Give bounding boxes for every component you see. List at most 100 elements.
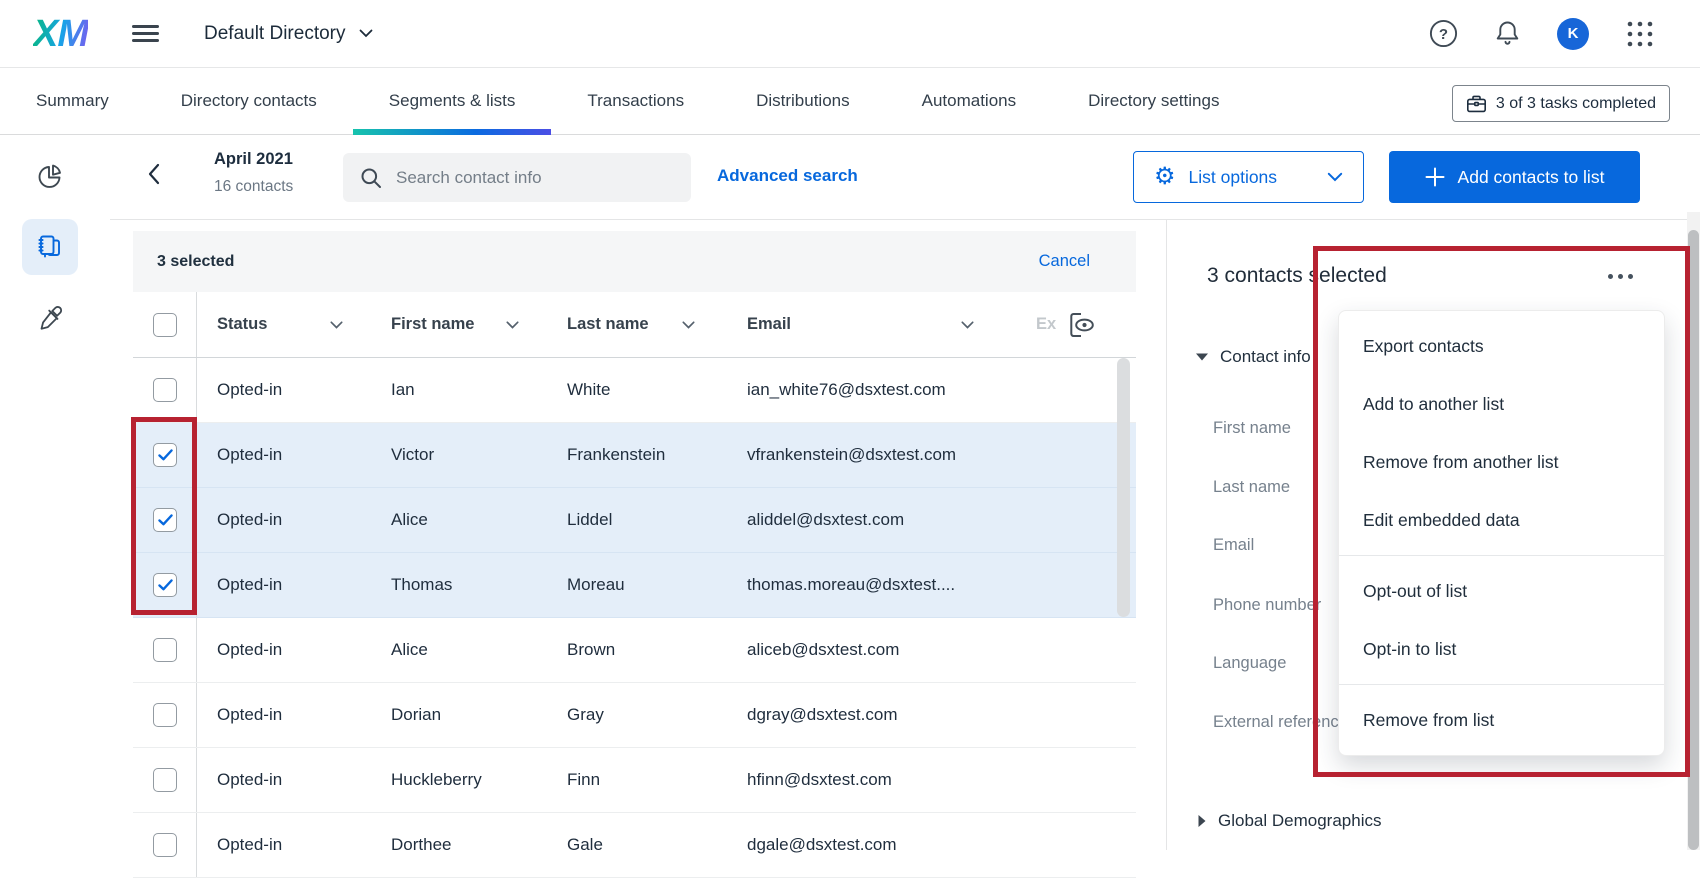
- sort-chevron-icon[interactable]: [330, 321, 343, 329]
- field-label-first-name: First name: [1213, 419, 1291, 438]
- selected-count: 3 selected: [157, 253, 234, 271]
- tab-distributions[interactable]: Distributions: [720, 68, 886, 134]
- field-label-phone-number: Phone number: [1213, 596, 1321, 615]
- row-checkbox-checked[interactable]: [153, 508, 177, 532]
- search-input[interactable]: [396, 168, 677, 188]
- directory-tabs: Summary Directory contacts Segments & li…: [0, 68, 1700, 135]
- menu-item-add-to-another-list[interactable]: Add to another list: [1339, 375, 1664, 433]
- column-header-truncated: Ex: [998, 292, 1056, 357]
- sort-chevron-icon[interactable]: [961, 321, 974, 329]
- menu-divider: [1339, 684, 1664, 685]
- table-row[interactable]: Opted-in Dorian Gray dgray@dsxtest.com: [133, 683, 1136, 748]
- column-header-first-name[interactable]: First name: [371, 292, 547, 357]
- menu-divider: [1339, 555, 1664, 556]
- column-visibility-button[interactable]: [1066, 292, 1098, 357]
- page-scrollbar-thumb[interactable]: [1688, 230, 1699, 850]
- menu-item-remove-from-list[interactable]: Remove from list: [1339, 691, 1664, 749]
- table-row[interactable]: Opted-in Alice Brown aliceb@dsxtest.com: [133, 618, 1136, 683]
- select-all-checkbox[interactable]: [153, 313, 177, 337]
- contact-info-section-toggle[interactable]: Contact info: [1196, 347, 1311, 367]
- menu-item-opt-out-of-list[interactable]: Opt-out of list: [1339, 562, 1664, 620]
- table-row-selected[interactable]: Opted-in Alice Liddel aliddel@dsxtest.co…: [133, 488, 1136, 553]
- row-checkbox[interactable]: [153, 768, 177, 792]
- more-actions-button[interactable]: [1602, 268, 1639, 285]
- back-chevron-icon[interactable]: [148, 163, 160, 185]
- menu-item-remove-from-another-list[interactable]: Remove from another list: [1339, 433, 1664, 491]
- menu-item-opt-in-to-list[interactable]: Opt-in to list: [1339, 620, 1664, 678]
- list-toolbar: April 2021 16 contacts Advanced search ⚙…: [110, 135, 1700, 220]
- field-label-last-name: Last name: [1213, 478, 1290, 497]
- panel-divider: [1166, 220, 1167, 850]
- table-row[interactable]: Opted-in Ian White ian_white76@dsxtest.c…: [133, 358, 1136, 423]
- table-row[interactable]: Opted-in Dorthee Gale dgale@dsxtest.com: [133, 813, 1136, 878]
- bulk-actions-context-menu: Export contacts Add to another list Remo…: [1338, 310, 1665, 756]
- gear-icon: ⚙: [1154, 165, 1176, 189]
- table-scrollbar-thumb[interactable]: [1117, 358, 1130, 617]
- tab-transactions[interactable]: Transactions: [551, 68, 720, 134]
- field-label-email: Email: [1213, 536, 1254, 555]
- help-icon[interactable]: ?: [1429, 19, 1458, 48]
- row-checkbox[interactable]: [153, 638, 177, 662]
- row-checkbox[interactable]: [153, 703, 177, 727]
- table-row-selected[interactable]: Opted-in Victor Frankenstein vfrankenste…: [133, 423, 1136, 488]
- column-header-last-name[interactable]: Last name: [547, 292, 723, 357]
- tab-summary[interactable]: Summary: [0, 68, 145, 134]
- checkmark-icon: [158, 514, 173, 526]
- tasks-completed-label: 3 of 3 tasks completed: [1496, 95, 1656, 113]
- app-grid-icon[interactable]: [1625, 19, 1655, 49]
- checkmark-icon: [158, 579, 173, 591]
- search-icon: [360, 167, 382, 189]
- contact-list-notebook-icon: [35, 232, 65, 262]
- panel-title: 3 contacts selected: [1207, 264, 1387, 288]
- menu-item-export-contacts[interactable]: Export contacts: [1339, 317, 1664, 375]
- row-checkbox-checked[interactable]: [153, 573, 177, 597]
- contact-count: 16 contacts: [214, 178, 293, 196]
- tab-segments-lists[interactable]: Segments & lists: [353, 68, 552, 134]
- row-checkbox-checked[interactable]: [153, 443, 177, 467]
- plus-icon: [1425, 167, 1445, 187]
- column-preview-eye-icon: [1066, 309, 1098, 341]
- table-row-selected[interactable]: Opted-in Thomas Moreau thomas.moreau@dsx…: [133, 553, 1136, 618]
- svg-text:?: ?: [1439, 26, 1448, 43]
- directory-lists-nav-active[interactable]: [22, 219, 78, 275]
- chevron-down-icon: [359, 29, 373, 38]
- list-name: April 2021: [214, 150, 293, 169]
- field-label-language: Language: [1213, 654, 1286, 673]
- directory-switcher[interactable]: Default Directory: [204, 23, 373, 45]
- triangle-right-icon: [1198, 815, 1206, 827]
- row-checkbox[interactable]: [153, 378, 177, 402]
- table-header: Status First name Last name Email Ex: [133, 292, 1136, 358]
- segments-pie-chart-icon[interactable]: [36, 163, 64, 191]
- left-rail: [0, 135, 110, 850]
- eyedropper-icon[interactable]: [37, 305, 64, 332]
- global-demographics-section-toggle[interactable]: Global Demographics: [1198, 811, 1381, 831]
- briefcase-icon: [1466, 94, 1487, 114]
- directory-name: Default Directory: [204, 23, 346, 45]
- user-avatar[interactable]: K: [1557, 18, 1589, 50]
- checkmark-icon: [158, 449, 173, 461]
- sort-chevron-icon[interactable]: [682, 321, 695, 329]
- list-options-button[interactable]: ⚙ List options: [1133, 151, 1364, 203]
- tab-directory-settings[interactable]: Directory settings: [1052, 68, 1255, 134]
- add-contacts-to-list-button[interactable]: Add contacts to list: [1389, 151, 1640, 203]
- tab-automations[interactable]: Automations: [886, 68, 1053, 134]
- field-label-external-reference: External reference: [1213, 713, 1348, 732]
- menu-item-edit-embedded-data[interactable]: Edit embedded data: [1339, 491, 1664, 549]
- hamburger-menu-icon[interactable]: [132, 25, 159, 42]
- row-checkbox[interactable]: [153, 833, 177, 857]
- table-row[interactable]: Opted-in Huckleberry Finn hfinn@dsxtest.…: [133, 748, 1136, 813]
- top-bar: XM Default Directory ? K: [0, 0, 1700, 68]
- notifications-bell-icon[interactable]: [1494, 19, 1521, 48]
- cancel-selection-link[interactable]: Cancel: [1039, 252, 1090, 271]
- xm-logo: XM: [33, 15, 88, 53]
- advanced-search-link[interactable]: Advanced search: [717, 166, 858, 186]
- column-header-status[interactable]: Status: [197, 292, 371, 357]
- triangle-down-icon: [1196, 353, 1208, 361]
- page-scrollbar-track[interactable]: [1687, 212, 1700, 850]
- sort-chevron-icon[interactable]: [506, 321, 519, 329]
- tab-directory-contacts[interactable]: Directory contacts: [145, 68, 353, 134]
- chevron-down-icon: [1327, 172, 1343, 182]
- tasks-completed-badge[interactable]: 3 of 3 tasks completed: [1452, 85, 1670, 122]
- search-box: [343, 153, 691, 202]
- column-header-email[interactable]: Email: [723, 292, 998, 357]
